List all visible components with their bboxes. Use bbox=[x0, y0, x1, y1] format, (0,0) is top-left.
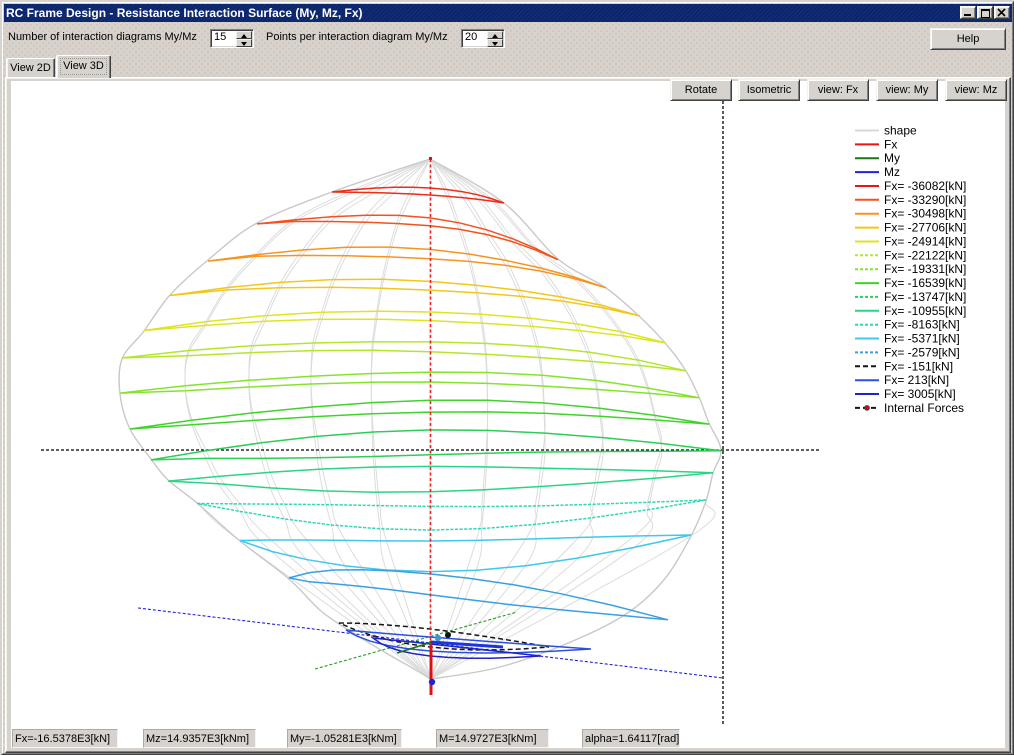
svg-text:Fx= 213[kN]: Fx= 213[kN] bbox=[884, 373, 949, 387]
svg-text:Fx= -16539[kN]: Fx= -16539[kN] bbox=[884, 276, 966, 290]
svg-text:Fx= 3005[kN]: Fx= 3005[kN] bbox=[884, 387, 956, 401]
svg-text:My: My bbox=[884, 151, 900, 165]
svg-text:Mz: Mz bbox=[884, 165, 900, 179]
svg-text:Fx= -36082[kN]: Fx= -36082[kN] bbox=[884, 179, 966, 193]
svg-text:Fx= -33290[kN]: Fx= -33290[kN] bbox=[884, 193, 966, 207]
svg-text:Fx= -5371[kN]: Fx= -5371[kN] bbox=[884, 332, 960, 346]
svg-text:Fx= -30498[kN]: Fx= -30498[kN] bbox=[884, 207, 966, 221]
svg-text:Fx= -2579[kN]: Fx= -2579[kN] bbox=[884, 345, 960, 359]
svg-text:Fx= -151[kN]: Fx= -151[kN] bbox=[884, 359, 953, 373]
svg-text:Fx= -13747[kN]: Fx= -13747[kN] bbox=[884, 290, 966, 304]
svg-text:Fx= -8163[kN]: Fx= -8163[kN] bbox=[884, 318, 960, 332]
svg-text:Fx= -24914[kN]: Fx= -24914[kN] bbox=[884, 235, 966, 249]
svg-text:Internal Forces: Internal Forces bbox=[884, 401, 964, 415]
svg-text:Fx= -22122[kN]: Fx= -22122[kN] bbox=[884, 248, 966, 262]
svg-text:shape: shape bbox=[884, 124, 917, 138]
svg-text:Fx= -27706[kN]: Fx= -27706[kN] bbox=[884, 221, 966, 235]
svg-text:Fx= -10955[kN]: Fx= -10955[kN] bbox=[884, 304, 966, 318]
svg-text:Fx= -19331[kN]: Fx= -19331[kN] bbox=[884, 262, 966, 276]
svg-text:Fx: Fx bbox=[884, 137, 897, 151]
